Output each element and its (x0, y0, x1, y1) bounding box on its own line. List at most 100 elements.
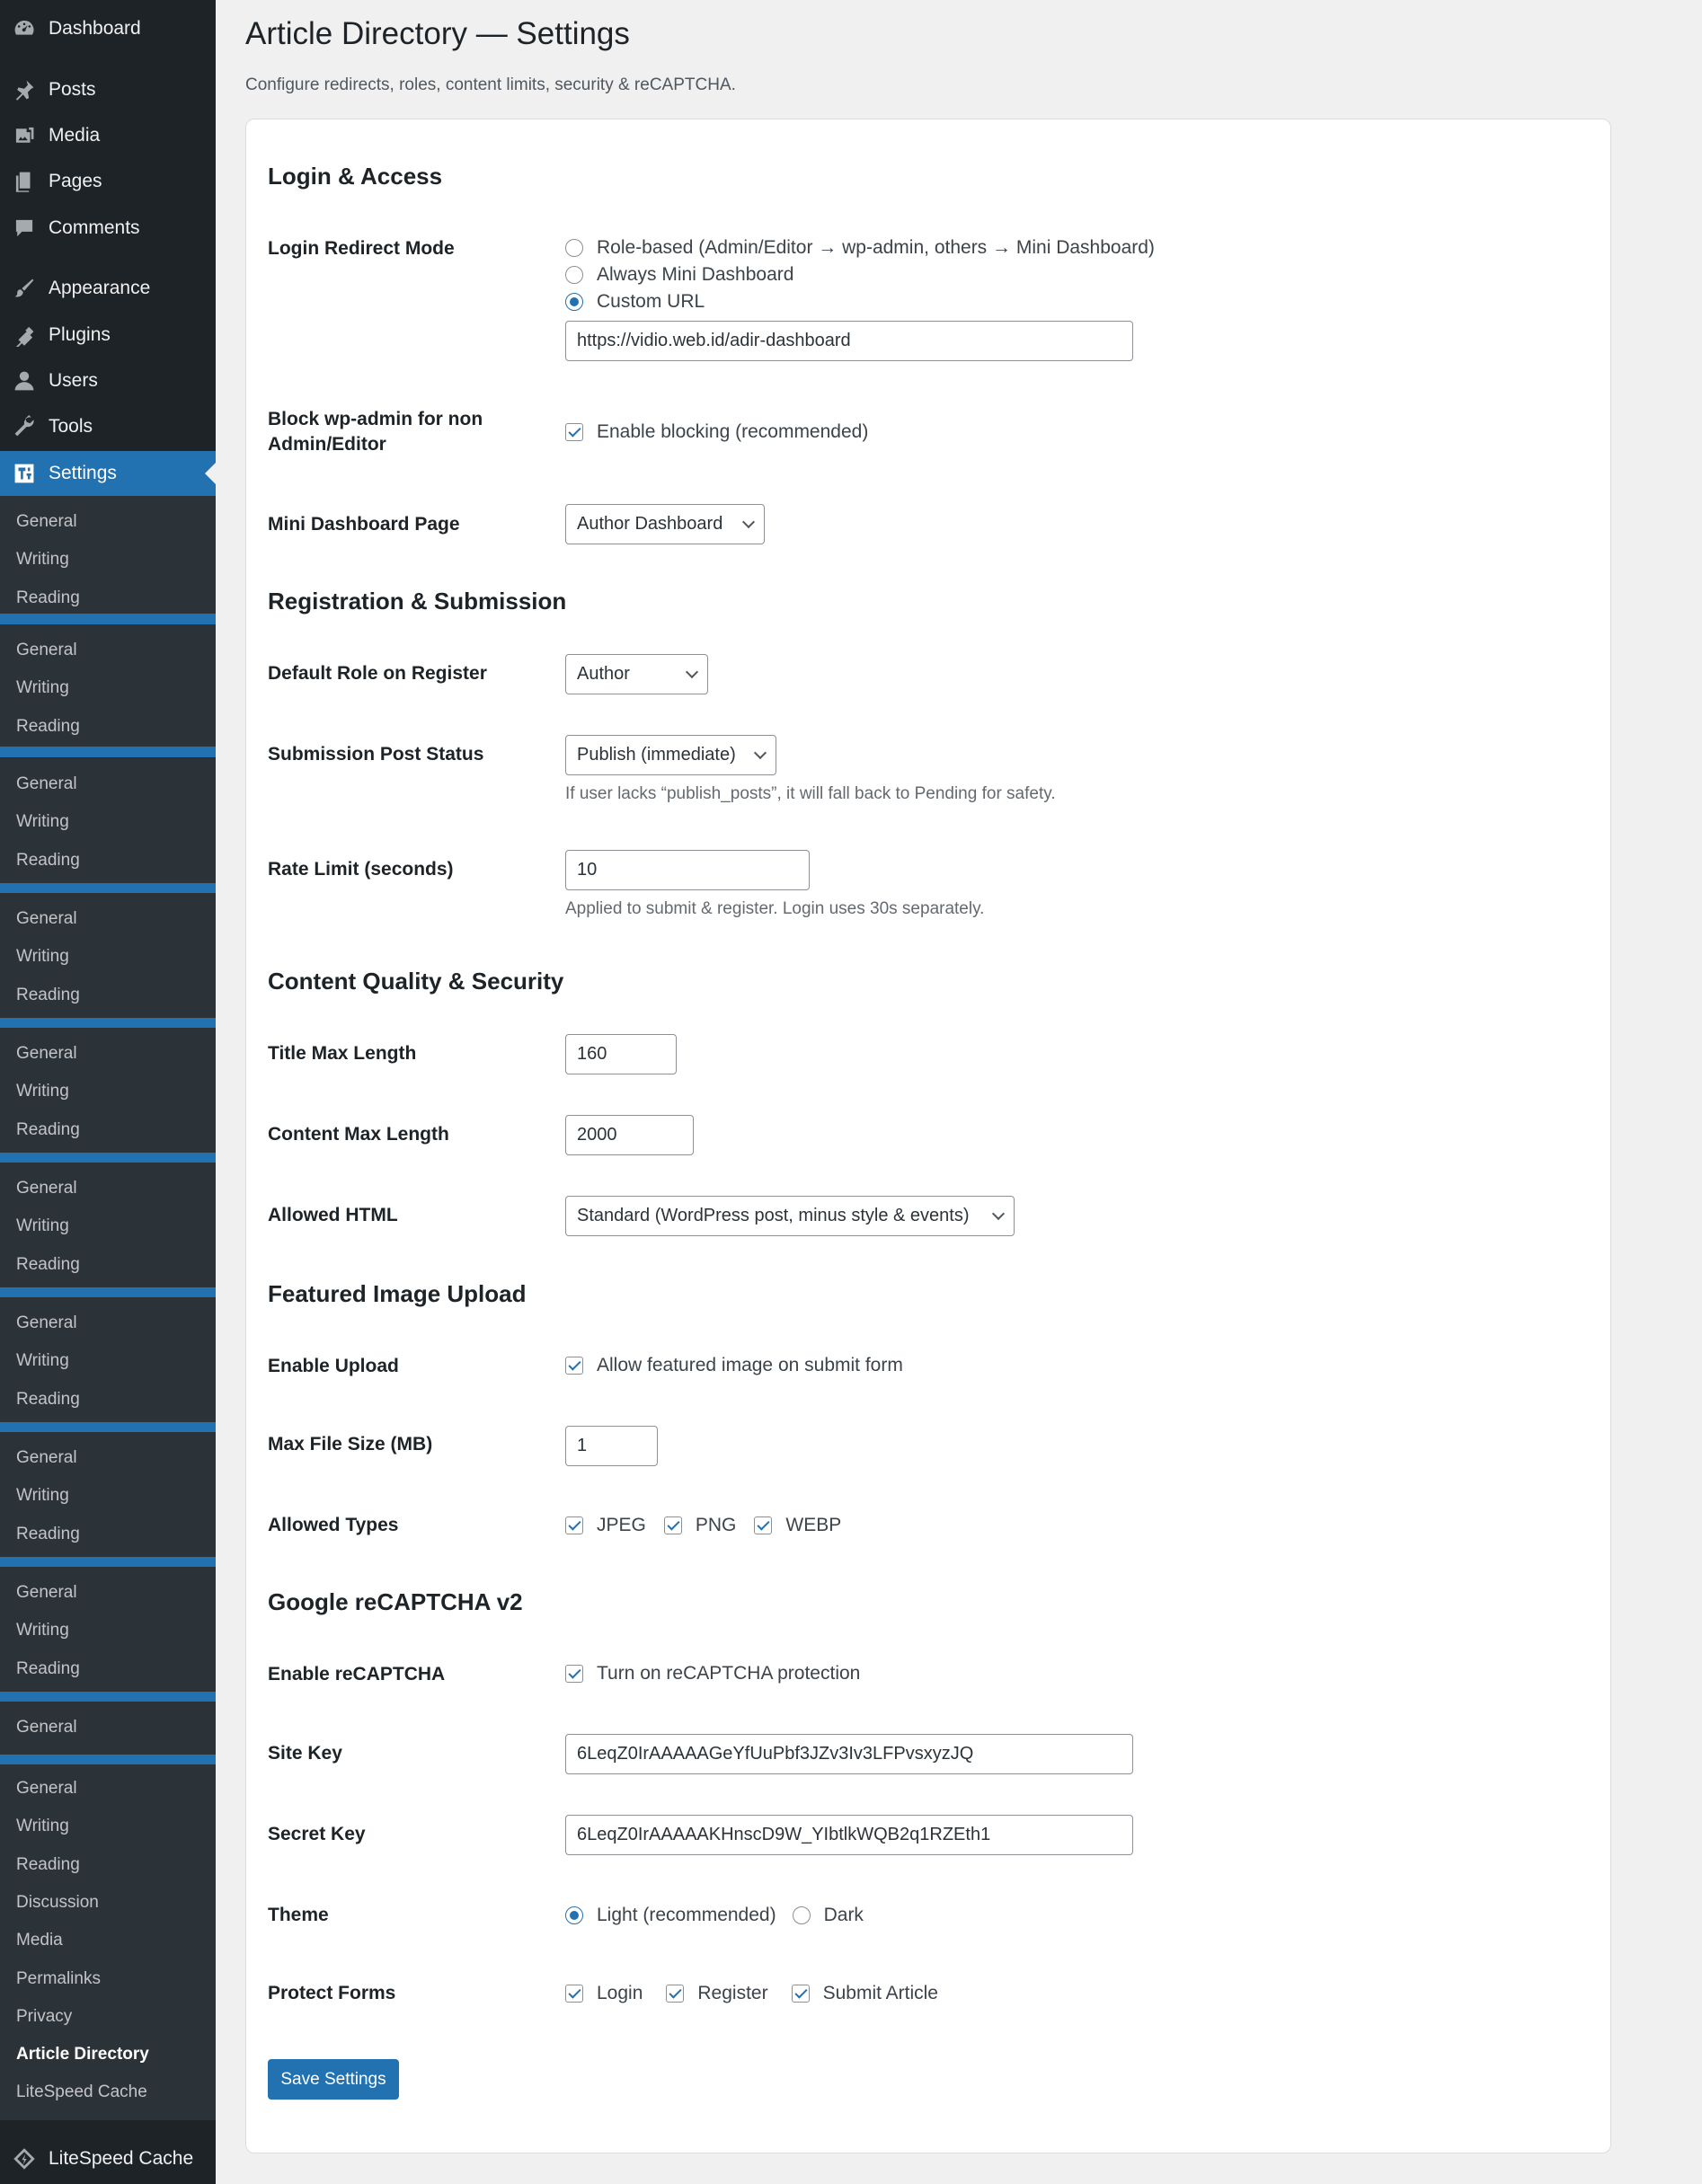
submenu-item-writing[interactable]: Writing (16, 1817, 69, 1836)
menu-item-tools[interactable]: Tools (0, 404, 216, 449)
menu-item-dashboard[interactable]: Dashboard (0, 6, 216, 51)
protect-submit-article-checkbox[interactable]: Submit Article (791, 1983, 938, 2004)
submenu-item-permalinks[interactable]: Permalinks (16, 1969, 101, 1989)
checkbox-checked[interactable] (565, 1665, 583, 1683)
theme-dark-radio[interactable]: Dark (792, 1905, 864, 1926)
submenu-item-reading[interactable]: Reading (16, 1255, 80, 1275)
menu-item-settings[interactable]: Settings (0, 451, 216, 496)
checkbox-checked[interactable] (754, 1516, 773, 1534)
menu-item-appearance[interactable]: Appearance (0, 266, 216, 311)
submenu-group: General Writing Reading (0, 758, 216, 894)
radio-button[interactable] (565, 265, 583, 284)
checkbox-checked[interactable] (565, 1357, 583, 1375)
rate-limit-input[interactable] (565, 850, 810, 890)
submenu-item-general[interactable]: General (16, 1718, 77, 1737)
submenu-item-reading[interactable]: Reading (16, 851, 80, 871)
radio-button[interactable] (565, 238, 583, 257)
submenu-item-privacy[interactable]: Privacy (16, 2007, 72, 2027)
menu-item-plugins[interactable]: Plugins (0, 313, 216, 358)
comment-icon (13, 217, 36, 240)
submenu-item-reading[interactable]: Reading (16, 986, 80, 1005)
submenu-item-writing[interactable]: Writing (16, 1621, 69, 1640)
submenu-item-writing[interactable]: Writing (16, 1216, 69, 1236)
pages-icon (13, 170, 36, 193)
menu-item-posts[interactable]: Posts (0, 67, 216, 112)
submenu-item-reading[interactable]: Reading (16, 1855, 80, 1875)
submenu-item-general[interactable]: General (16, 909, 77, 929)
enable-recaptcha-checkbox[interactable]: Turn on reCAPTCHA protection (565, 1663, 860, 1684)
section-title-featured-image: Featured Image Upload (268, 1280, 527, 1307)
submenu-item-reading[interactable]: Reading (16, 588, 80, 608)
submenu-item-writing[interactable]: Writing (16, 947, 69, 967)
default-role-select[interactable]: Author (565, 654, 708, 694)
submenu-item-general[interactable]: General (16, 641, 77, 660)
submenu-item-reading[interactable]: Reading (16, 717, 80, 737)
title-max-input[interactable] (565, 1034, 677, 1074)
mini-dashboard-select[interactable]: Author Dashboard (565, 504, 765, 544)
submenu-item-writing[interactable]: Writing (16, 1486, 69, 1506)
plugin-icon (13, 323, 36, 347)
submenu-item-reading[interactable]: Reading (16, 1390, 80, 1410)
rate-limit-help: Applied to submit & register. Login uses… (565, 899, 985, 918)
submenu-item-general[interactable]: General (16, 512, 77, 532)
submenu-item-general[interactable]: General (16, 1583, 77, 1603)
checkbox-checked[interactable] (666, 1985, 685, 2003)
post-status-select[interactable]: Publish (immediate) (565, 735, 776, 775)
content-max-input[interactable] (565, 1115, 694, 1155)
submenu-item-writing[interactable]: Writing (16, 1351, 69, 1371)
type-png-checkbox[interactable]: PNG (663, 1515, 736, 1536)
site-key-input[interactable] (565, 1734, 1133, 1774)
menu-item-pages[interactable]: Pages (0, 159, 216, 204)
radio-button[interactable] (792, 1906, 811, 1924)
chevron-down-icon (753, 746, 767, 760)
submenu-item-general[interactable]: General (16, 774, 77, 794)
type-webp-checkbox[interactable]: WEBP (754, 1515, 841, 1536)
submenu-item-litespeed-cache[interactable]: LiteSpeed Cache (16, 2082, 147, 2102)
menu-item-users[interactable]: Users (0, 358, 216, 403)
menu-item-comments[interactable]: Comments (0, 206, 216, 251)
save-settings-button[interactable]: Save Settings (268, 2059, 399, 2100)
radio-role-based[interactable]: Role-based (Admin/Editor → wp-admin, oth… (565, 234, 1155, 261)
field-label-allowed-html: Allowed HTML (268, 1205, 398, 1225)
custom-url-input[interactable] (565, 321, 1133, 361)
submenu-item-reading[interactable]: Reading (16, 1525, 80, 1544)
checkbox-checked[interactable] (791, 1985, 810, 2003)
submenu-item-writing[interactable]: Writing (16, 812, 69, 832)
checkbox-checked[interactable] (663, 1516, 682, 1534)
radio-button-selected[interactable] (565, 1906, 583, 1924)
submenu-item-general[interactable]: General (16, 1179, 77, 1198)
checkbox-checked[interactable] (565, 1516, 583, 1534)
checkbox-checked[interactable] (565, 1985, 583, 2003)
menu-item-media[interactable]: Media (0, 113, 216, 158)
submenu-item-discussion[interactable]: Discussion (16, 1893, 99, 1913)
protect-login-checkbox[interactable]: Login (565, 1983, 643, 2004)
submenu-item-writing[interactable]: Writing (16, 678, 69, 698)
submenu-item-media[interactable]: Media (16, 1931, 63, 1950)
secret-key-input[interactable] (565, 1815, 1133, 1855)
submenu-item-general[interactable]: General (16, 1313, 77, 1333)
submenu-item-writing[interactable]: Writing (16, 1082, 69, 1101)
submenu-item-writing[interactable]: Writing (16, 550, 69, 570)
submenu-group: General Writing Reading (0, 1163, 216, 1298)
radio-always-mini-dashboard[interactable]: Always Mini Dashboard (565, 261, 1155, 287)
allowed-html-select[interactable]: Standard (WordPress post, minus style & … (565, 1196, 1015, 1236)
submenu-item-reading[interactable]: Reading (16, 1659, 80, 1679)
block-wp-admin-checkbox[interactable]: Enable blocking (recommended) (565, 421, 868, 443)
submenu-item-general[interactable]: General (16, 1044, 77, 1064)
checkbox-checked[interactable] (565, 423, 583, 441)
submenu-item-reading[interactable]: Reading (16, 1120, 80, 1140)
brush-icon (13, 277, 36, 300)
radio-button-selected[interactable] (565, 292, 583, 311)
radio-custom-url[interactable]: Custom URL (565, 288, 1155, 314)
submenu-item-article-directory[interactable]: Article Directory (16, 2045, 149, 2065)
enable-upload-checkbox[interactable]: Allow featured image on submit form (565, 1355, 903, 1376)
type-jpeg-checkbox[interactable]: JPEG (565, 1515, 646, 1536)
field-label-allowed-types: Allowed Types (268, 1515, 399, 1535)
protect-register-checkbox[interactable]: Register (666, 1983, 768, 2004)
submenu-item-general[interactable]: General (16, 1779, 77, 1799)
page-subtitle: Configure redirects, roles, content limi… (245, 75, 736, 94)
menu-item-litespeed-cache[interactable]: LiteSpeed Cache (0, 2136, 216, 2181)
theme-light-radio[interactable]: Light (recommended) (565, 1905, 776, 1926)
submenu-item-general[interactable]: General (16, 1448, 77, 1468)
max-file-size-input[interactable] (565, 1426, 658, 1466)
